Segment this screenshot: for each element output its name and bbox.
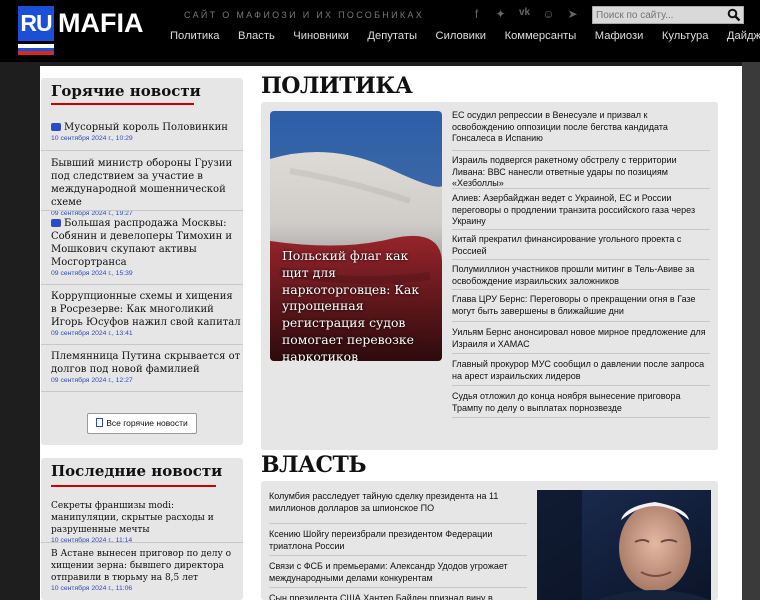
- latest-news-item[interactable]: Секреты франшизы modi: манипуляции, скры…: [51, 500, 241, 544]
- biden-photo: [537, 490, 711, 600]
- vk-icon[interactable]: vk: [518, 7, 531, 21]
- video-camera-icon: [51, 219, 61, 227]
- power-news-item[interactable]: Ксению Шойгу переизбрали президентом Фед…: [269, 524, 527, 556]
- divider: [41, 284, 243, 285]
- social-links: f ✦ vk ☺ ➤ ▯: [470, 7, 603, 21]
- hot-news-item-title: Племянница Путина скрывается от долгов п…: [51, 351, 241, 375]
- hot-news-title: Горячие новости: [51, 82, 201, 100]
- hot-news-item[interactable]: Большая распродажа Москвы: Собянин и дев…: [51, 217, 241, 277]
- power-section-title[interactable]: ВЛАСТЬ: [261, 452, 367, 478]
- politics-news-item[interactable]: Главный прокурор МУС сообщил о давлении …: [452, 354, 710, 386]
- power-news-list: Колумбия расследует тайную сделку презид…: [269, 490, 527, 600]
- divider: [41, 150, 243, 151]
- nav-digest[interactable]: Дайджест: [727, 30, 760, 42]
- nav-culture[interactable]: Культура: [662, 30, 709, 42]
- latest-news-title: Последние новости: [51, 462, 223, 480]
- telegram-icon[interactable]: ➤: [566, 7, 579, 21]
- video-camera-icon: [51, 123, 61, 131]
- politics-feature-title: Польский флаг как щит для наркоторговцев…: [282, 248, 420, 361]
- nav-power[interactable]: Власть: [238, 30, 275, 42]
- politics-news-item[interactable]: Судья отложил до конца ноября вынесение …: [452, 386, 710, 418]
- document-icon: [96, 418, 104, 427]
- hot-news-item-date: 10 сентября 2024 г., 10:29: [51, 135, 133, 142]
- search-icon[interactable]: [727, 8, 741, 22]
- divider: [41, 210, 243, 211]
- politics-section-title[interactable]: ПОЛИТИКА: [261, 73, 413, 99]
- hot-news-item[interactable]: Бывший министр обороны Грузии под следст…: [51, 157, 241, 217]
- nav-mafiosi[interactable]: Мафиози: [595, 30, 644, 42]
- site-tagline: САЙТ О МАФИОЗИ И ИХ ПОСОБНИКАХ: [184, 10, 425, 20]
- flag-stripe-red: [18, 51, 54, 55]
- nav-businessmen[interactable]: Коммерсанты: [505, 30, 577, 42]
- search-input[interactable]: [596, 7, 724, 23]
- hot-news-item-title: Мусорный король Половинкин: [64, 122, 228, 133]
- hot-news-item[interactable]: Коррупционные схемы и хищения в Росрезер…: [51, 290, 241, 337]
- latest-news-item[interactable]: В Астане вынесен приговор по делу о хище…: [51, 548, 241, 592]
- hot-news-box: Горячие новости Мусорный король Половинк…: [41, 78, 243, 445]
- hot-news-item-title: Бывший министр обороны Грузии под следст…: [51, 158, 233, 208]
- divider: [41, 344, 243, 345]
- politics-news-item[interactable]: Китай прекратил финансирование угольного…: [452, 230, 710, 260]
- latest-news-underline: [51, 485, 216, 487]
- latest-news-item-title: В Астане вынесен приговор по делу о хище…: [51, 549, 232, 583]
- site-header: RU MAFIA САЙТ О МАФИОЗИ И ИХ ПОСОБНИКАХ …: [0, 0, 760, 62]
- all-hot-news-button[interactable]: Все горячие новости: [87, 413, 197, 434]
- latest-news-item-date: 10 сентября 2024 г., 11:06: [51, 585, 133, 592]
- hot-news-item[interactable]: Племянница Путина скрывается от долгов п…: [51, 350, 241, 384]
- facebook-icon[interactable]: f: [470, 7, 483, 21]
- hot-news-underline: [51, 103, 194, 105]
- all-hot-news-label: Все горячие новости: [106, 418, 188, 428]
- politics-news-list: ЕС осудил репрессии в Венесуэле и призва…: [452, 109, 710, 418]
- hot-news-item-date: 09 сентября 2024 г., 13:41: [51, 330, 133, 337]
- power-news-item[interactable]: Сын президента США Хантер Байден признал…: [269, 588, 527, 600]
- power-feature-photo[interactable]: [537, 490, 711, 600]
- odnoklassniki-icon[interactable]: ☺: [542, 7, 555, 21]
- divider: [41, 391, 243, 392]
- politics-feature-card[interactable]: Польский флаг как щит для наркоторговцев…: [270, 111, 442, 361]
- power-news-item[interactable]: Колумбия расследует тайную сделку презид…: [269, 490, 527, 524]
- logo-ru: RU: [18, 6, 54, 41]
- politics-news-item[interactable]: Алиев: Азербайджан ведет с Украиной, ЕС …: [452, 189, 710, 230]
- politics-news-item[interactable]: Глава ЦРУ Бернс: Переговоры о прекращени…: [452, 290, 710, 322]
- politics-news-item[interactable]: ЕС осудил репрессии в Венесуэле и призва…: [452, 109, 710, 151]
- logo-flag: [18, 44, 54, 55]
- latest-news-box: Последние новости Секреты франшизы modi:…: [41, 458, 243, 600]
- politics-news-item[interactable]: Уильям Бернс анонсировал новое мирное пр…: [452, 322, 710, 354]
- hot-news-item-date: 09 сентября 2024 г., 19:27: [51, 210, 133, 217]
- search-box: [592, 6, 744, 24]
- hot-news-item-title: Большая распродажа Москвы: Собянин и дев…: [51, 218, 233, 268]
- latest-news-item-title: Секреты франшизы modi: манипуляции, скры…: [51, 501, 214, 535]
- nav-siloviki[interactable]: Силовики: [436, 30, 487, 42]
- nav-deputies[interactable]: Депутаты: [367, 30, 417, 42]
- twitter-icon[interactable]: ✦: [494, 7, 507, 21]
- politics-news-item[interactable]: Полумиллион участников прошли митинг в Т…: [452, 260, 710, 290]
- hot-news-item-date: 09 сентября 2024 г., 15:39: [51, 270, 133, 277]
- nav-politics[interactable]: Политика: [170, 30, 220, 42]
- hot-news-item[interactable]: Мусорный король Половинкин 10 сентября 2…: [51, 121, 241, 142]
- nav-officials[interactable]: Чиновники: [293, 30, 349, 42]
- politics-news-item[interactable]: Израиль подвергся ракетному обстрелу с т…: [452, 151, 710, 189]
- main-nav: Политика Власть Чиновники Депутаты Силов…: [170, 30, 760, 42]
- power-news-item[interactable]: Связи с ФСБ и премьерами: Александр Удод…: [269, 556, 527, 588]
- divider: [41, 542, 243, 543]
- hot-news-item-date: 09 сентября 2024 г., 12:27: [51, 377, 133, 384]
- hot-news-item-title: Коррупционные схемы и хищения в Росрезер…: [51, 291, 241, 328]
- right-page-margin: [742, 62, 760, 600]
- logo-mafia: MAFIA: [58, 8, 144, 38]
